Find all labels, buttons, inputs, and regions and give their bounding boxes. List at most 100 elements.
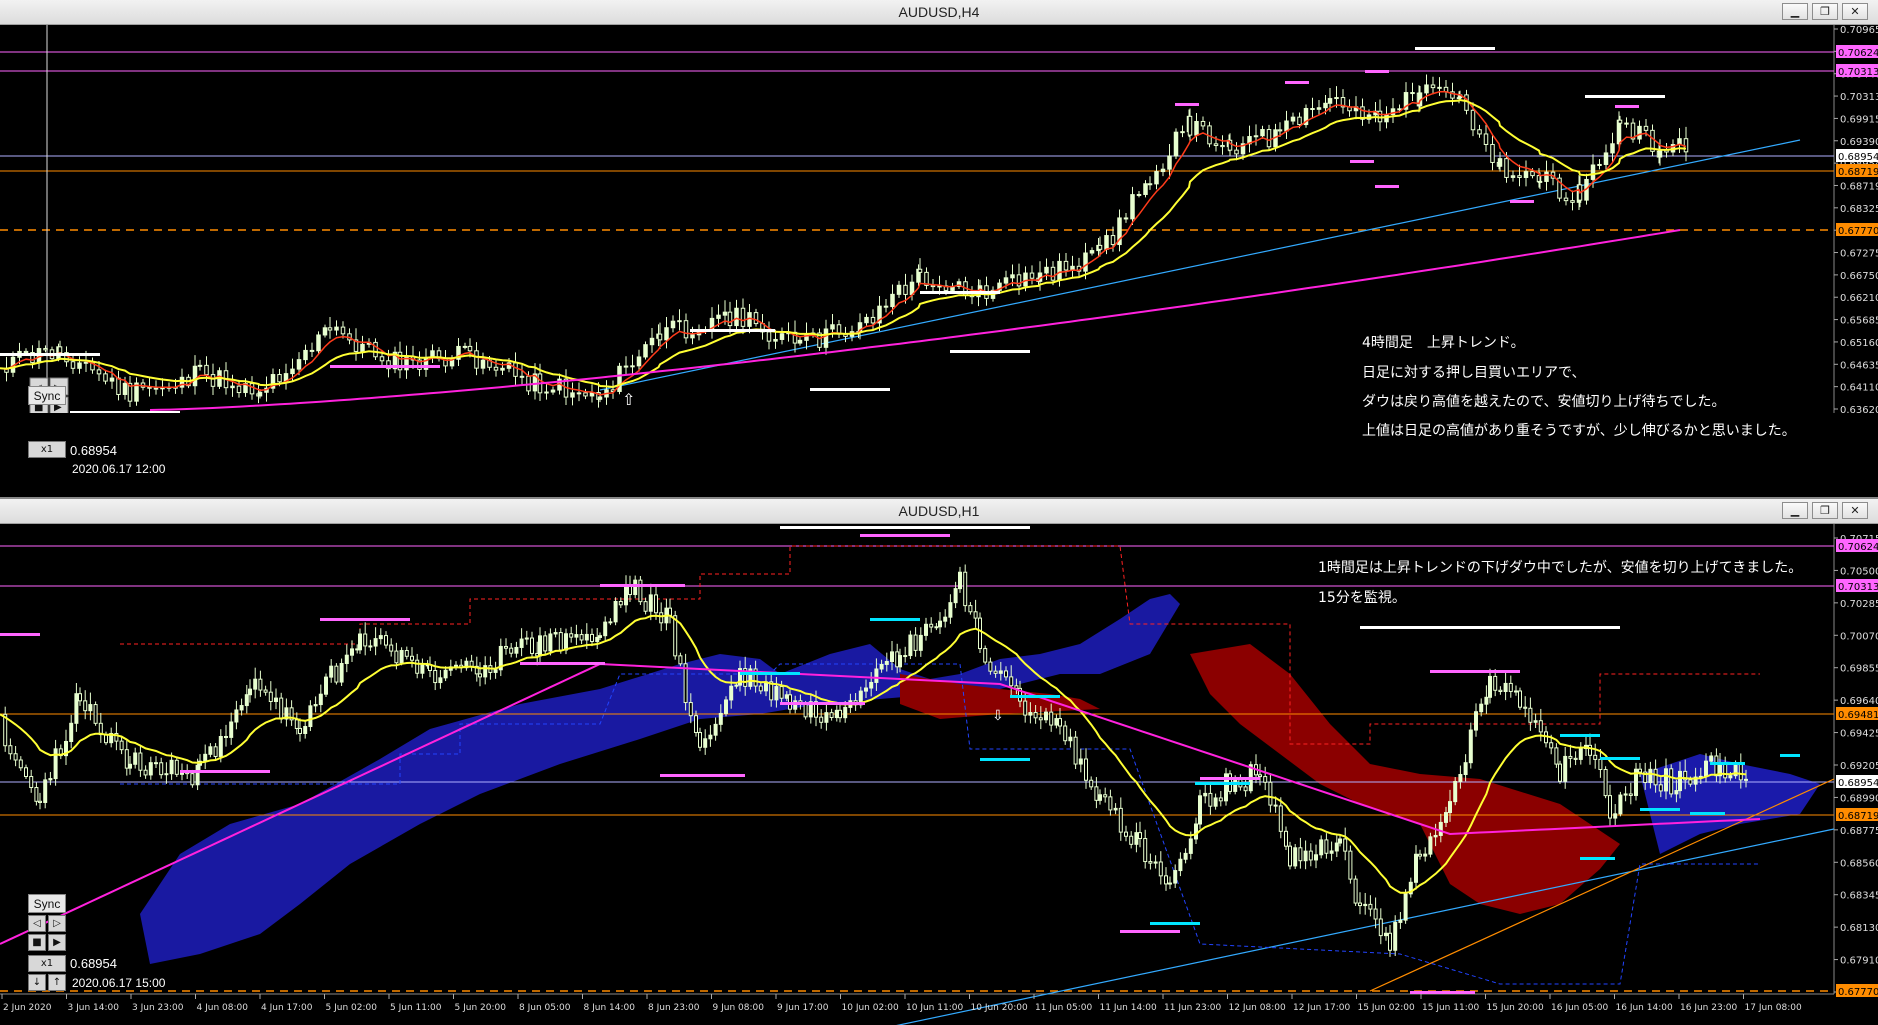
h1-swing-marker-4 xyxy=(320,618,410,621)
h4-price-axis-label-15: 0.64635 xyxy=(1840,360,1878,371)
h1-time-label-14: 10 Jun 11:00 xyxy=(906,1003,963,1013)
h1-time-label-11: 9 Jun 08:00 xyxy=(713,1003,765,1013)
h1-close-button[interactable]: ✕ xyxy=(1842,502,1868,519)
h4-restore-button[interactable]: ❐ xyxy=(1812,3,1838,20)
h1-swing-marker-21 xyxy=(1580,857,1615,860)
h1-price-axis-label-9: 0.68775 xyxy=(1840,826,1878,837)
h4-price-axis-label-17: 0.63620 xyxy=(1840,405,1878,413)
h1-sync-price: 0.68954 xyxy=(70,956,117,971)
h1-tag-support-2: 0.68719 xyxy=(1838,811,1878,822)
h4-tag-support-dashed: 0.67770 xyxy=(1838,226,1878,237)
h1-tag-support-1: 0.69481 xyxy=(1838,710,1878,721)
h1-sync-controls: Sync ◁ ▷ ■ ▶ x1 ↓ ↑ 0.68954 2020.06.17 1… xyxy=(28,894,178,994)
h4-minimize-button[interactable]: ▁ xyxy=(1782,3,1808,20)
h1-price-axis-label-2: 0.70285 xyxy=(1840,599,1878,610)
h1-price-axis-label-13: 0.67910 xyxy=(1840,956,1878,967)
h4-note-line-2: 日足に対する押し目買いエリアで、 xyxy=(1362,365,1586,381)
h1-time-label-19: 12 Jun 08:00 xyxy=(1229,1003,1286,1013)
h1-plot-bg xyxy=(0,524,1878,1025)
h4-price-axis-label-8: 0.68325 xyxy=(1840,204,1878,215)
h1-time-label-8: 8 Jun 05:00 xyxy=(519,1003,571,1013)
h1-swing-marker-26 xyxy=(1600,757,1640,760)
h4-tag-current: 0.68954 xyxy=(1838,152,1878,163)
h4-pivot-marker-6 xyxy=(1375,185,1399,188)
h4-swing-marker-2 xyxy=(330,365,440,368)
h4-price-axis-label-5: 0.69390 xyxy=(1840,137,1878,148)
h1-price-axis-label-4: 0.69855 xyxy=(1840,664,1878,675)
h4-price-axis-label-7: 0.68719 xyxy=(1840,181,1878,192)
h1-price-axis-label-11: 0.68345 xyxy=(1840,891,1878,902)
h1-swing-marker-15 xyxy=(870,618,920,621)
h4-close-button[interactable]: ✕ xyxy=(1842,3,1868,20)
h1-swing-marker-22 xyxy=(1710,762,1745,765)
h1-scroll-right-icon[interactable]: ▷ xyxy=(48,915,66,932)
h1-swing-marker-3 xyxy=(600,584,685,587)
h1-scroll-left-icon[interactable]: ◁ xyxy=(28,915,46,932)
h1-tag-support-dashed: 0.67770 xyxy=(1838,987,1878,998)
h1-note-line-1: 1時間足は上昇トレンドの下げダウ中でしたが、安値を切り上げてきました。 xyxy=(1318,560,1803,576)
h4-price-axis-label-4: 0.69915 xyxy=(1840,114,1878,125)
h4-note-line-4: 上値は日足の高値があり重そうですが、少し伸びるかと思いました。 xyxy=(1362,423,1796,439)
h1-time-label-25: 16 Jun 14:00 xyxy=(1616,1003,1673,1013)
h1-titlebar[interactable]: AUDUSD,H1 ▁ ❐ ✕ xyxy=(0,499,1878,524)
h1-swing-marker-13 xyxy=(1120,930,1180,933)
h4-titlebar[interactable]: AUDUSD,H4 ▁ ❐ ✕ xyxy=(0,0,1878,25)
h1-swing-marker-8 xyxy=(660,774,745,777)
h1-chart-window: AUDUSD,H1 ▁ ❐ ✕ ⇩0.707150.705000.702850.… xyxy=(0,497,1878,1025)
h1-sync-button[interactable]: Sync xyxy=(28,894,66,913)
h1-restore-button[interactable]: ❐ xyxy=(1812,502,1838,519)
h1-time-label-12: 9 Jun 17:00 xyxy=(777,1003,829,1013)
h4-swing-marker-5 xyxy=(810,388,890,391)
h1-step-up-icon[interactable]: ↑ xyxy=(48,974,66,991)
h1-time-label-2: 3 Jun 23:00 xyxy=(132,1003,184,1013)
h1-price-axis-label-7: 0.69205 xyxy=(1840,761,1878,772)
h1-chart-canvas[interactable]: ⇩0.707150.705000.702850.700700.698550.69… xyxy=(0,524,1878,1025)
h1-time-label-0: 2 Jun 2020 xyxy=(3,1003,52,1013)
h1-price-axis-label-8: 0.68990 xyxy=(1840,793,1878,804)
h1-swing-marker-20 xyxy=(1560,734,1600,737)
h1-time-label-1: 3 Jun 14:00 xyxy=(68,1003,120,1013)
h1-time-label-20: 12 Jun 17:00 xyxy=(1293,1003,1350,1013)
h4-chart-canvas[interactable]: ⇧0.709650.706240.704400.703130.699150.69… xyxy=(0,25,1878,413)
h4-price-axis-label-12: 0.66210 xyxy=(1840,293,1878,304)
h1-time-label-13: 10 Jun 02:00 xyxy=(842,1003,899,1013)
h1-stop-icon[interactable]: ■ xyxy=(28,934,46,951)
h4-sync-info xyxy=(28,0,228,1)
h1-time-label-5: 5 Jun 02:00 xyxy=(326,1003,378,1013)
h1-price-axis-label-3: 0.70070 xyxy=(1840,631,1878,642)
h1-swing-marker-23 xyxy=(1690,812,1725,815)
h4-zoom-box[interactable]: x1 xyxy=(28,441,66,458)
h4-price-axis-label-10: 0.67275 xyxy=(1840,249,1878,260)
h1-swing-marker-9 xyxy=(780,702,865,705)
h4-note-line-3: ダウは戻り高値を越えたので、安値切り上げ待ちでした。 xyxy=(1362,394,1726,410)
h1-swing-marker-7 xyxy=(180,770,270,773)
h1-time-label-27: 17 Jun 08:00 xyxy=(1745,1003,1802,1013)
h4-price-axis-label-0: 0.70965 xyxy=(1840,25,1878,36)
h1-price-axis-label-1: 0.70500 xyxy=(1840,566,1878,577)
h4-pivot-marker-0 xyxy=(1175,103,1199,106)
h4-swing-marker-8 xyxy=(1415,47,1495,50)
h1-zoom-box[interactable]: x1 xyxy=(28,955,66,972)
h1-swing-marker-18 xyxy=(1010,695,1060,698)
h4-price-axis-label-14: 0.65160 xyxy=(1840,338,1878,349)
h1-time-label-23: 15 Jun 20:00 xyxy=(1487,1003,1544,1013)
h4-swing-marker-6 xyxy=(920,291,1000,294)
h4-tag-resistance-1: 0.70624 xyxy=(1838,48,1878,59)
h4-swing-marker-1 xyxy=(70,411,180,413)
h1-time-label-9: 8 Jun 14:00 xyxy=(584,1003,636,1013)
h4-arrow-icon: ⇧ xyxy=(622,390,635,409)
h1-price-axis-label-12: 0.68130 xyxy=(1840,923,1878,934)
h1-swing-marker-14 xyxy=(1150,922,1200,925)
h1-note-line-2: 15分を監視。 xyxy=(1318,590,1406,606)
h4-price-axis-label-16: 0.64110 xyxy=(1840,383,1878,394)
h1-step-down-icon[interactable]: ↓ xyxy=(28,974,46,991)
h1-time-label-18: 11 Jun 23:00 xyxy=(1164,1003,1221,1013)
h1-time-label-6: 5 Jun 11:00 xyxy=(390,1003,442,1013)
h4-sync-button[interactable]: Sync xyxy=(28,386,66,405)
h4-pivot-marker-4 xyxy=(1350,160,1374,163)
h4-chart-window: AUDUSD,H4 ▁ ❐ ✕ ⇧0.709650.706240.704400.… xyxy=(0,0,1878,413)
h1-minimize-button[interactable]: ▁ xyxy=(1782,502,1808,519)
h4-note-line-1: 4時間足 上昇トレンド。 xyxy=(1362,335,1525,351)
h1-play-icon[interactable]: ▶ xyxy=(48,934,66,951)
h1-time-label-24: 16 Jun 05:00 xyxy=(1551,1003,1608,1013)
